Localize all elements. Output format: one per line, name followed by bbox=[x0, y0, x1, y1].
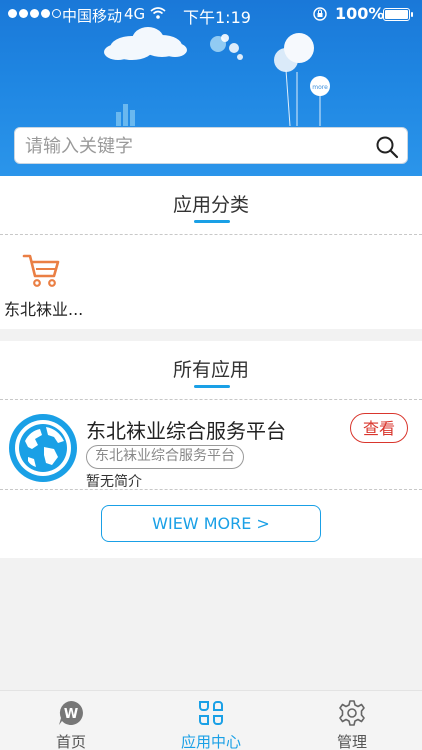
gear-icon bbox=[339, 700, 365, 726]
all-apps-section-title: 所有应用 bbox=[172, 359, 249, 381]
globe-icon bbox=[9, 414, 77, 482]
title-underline bbox=[194, 385, 230, 388]
app-description: 暂无简介 bbox=[86, 474, 142, 490]
carrier-name: 中国移动 bbox=[62, 7, 123, 25]
network-type: 4G bbox=[124, 5, 146, 23]
category-section-title: 应用分类 bbox=[172, 194, 249, 216]
tab-app-center[interactable]: 应用中心 bbox=[161, 699, 261, 750]
divider bbox=[0, 399, 422, 400]
status-time: 下午1:19 bbox=[183, 8, 251, 27]
category-item[interactable]: 东北袜业... bbox=[0, 248, 90, 320]
category-label: 东北袜业... bbox=[4, 300, 84, 319]
divider bbox=[0, 489, 422, 490]
app-list-item[interactable]: 东北袜业综合服务平台 东北袜业综合服务平台 暂无简介 查看 bbox=[0, 405, 422, 491]
view-app-button[interactable]: 查看 bbox=[350, 413, 408, 443]
bottom-tab-bar: W 首页 应用中心 管理 bbox=[0, 690, 422, 750]
divider bbox=[0, 234, 422, 235]
tab-manage-label: 管理 bbox=[336, 733, 367, 750]
title-underline bbox=[194, 220, 230, 223]
view-more-button[interactable]: WIEW MORE > bbox=[101, 505, 321, 542]
tab-home-label: 首页 bbox=[55, 733, 86, 750]
tab-manage[interactable]: 管理 bbox=[302, 699, 402, 750]
grid-icon bbox=[199, 701, 223, 725]
battery-icon bbox=[383, 8, 413, 21]
cart-icon bbox=[22, 254, 60, 287]
wifi-icon bbox=[150, 7, 166, 19]
search-bar[interactable] bbox=[14, 127, 408, 164]
app-name: 东北袜业综合服务平台 bbox=[86, 419, 286, 443]
balloon-text: more bbox=[312, 84, 328, 91]
header-banner: more 中国移动 4G 下午1:19 100% bbox=[0, 0, 422, 176]
home-w-icon: W bbox=[59, 701, 83, 725]
rotation-lock-icon bbox=[313, 7, 327, 21]
tab-home[interactable]: W 首页 bbox=[21, 699, 121, 750]
category-section: 应用分类 东北袜业... bbox=[0, 176, 422, 329]
search-input[interactable] bbox=[25, 132, 365, 160]
app-tag-badge: 东北袜业综合服务平台 bbox=[86, 445, 244, 469]
battery-percent: 100% bbox=[335, 4, 385, 23]
search-icon[interactable] bbox=[375, 135, 399, 159]
tab-app-center-label: 应用中心 bbox=[180, 733, 241, 750]
all-apps-section: 所有应用 东北袜业综合服务平台 东北袜业综合服务平台 暂无简介 查看 WIEW … bbox=[0, 341, 422, 558]
svg-text:W: W bbox=[64, 707, 78, 722]
status-bar: 中国移动 4G 下午1:19 100% bbox=[0, 0, 422, 28]
signal-icon bbox=[8, 9, 61, 18]
